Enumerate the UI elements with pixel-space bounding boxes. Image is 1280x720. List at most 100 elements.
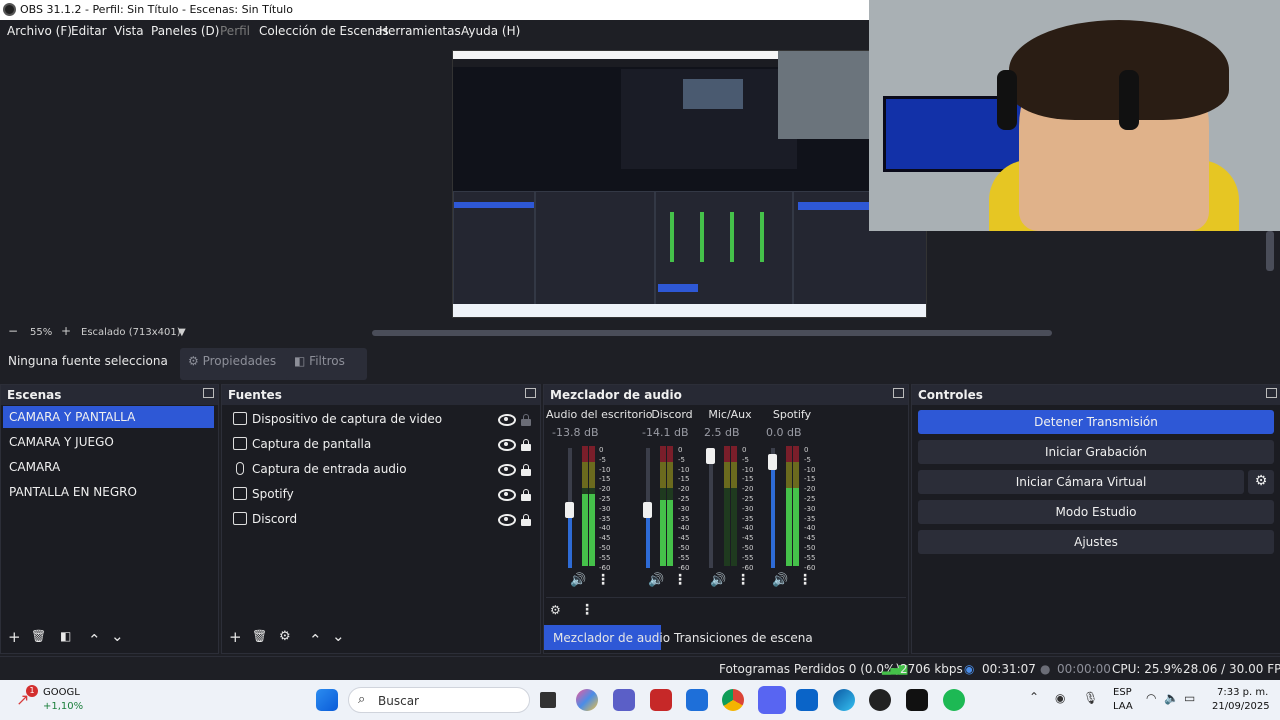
unlocked-icon[interactable] bbox=[521, 414, 531, 426]
zoom-out-button[interactable]: − bbox=[8, 324, 18, 338]
menu-perfil[interactable]: Perfil bbox=[220, 24, 250, 38]
properties-button[interactable]: ⚙ Propiedades bbox=[180, 348, 291, 380]
store-icon[interactable] bbox=[686, 689, 708, 711]
channel-menu-icon[interactable]: ⋮ bbox=[596, 572, 610, 588]
source-settings-button[interactable]: ⚙ bbox=[279, 629, 291, 644]
menu-coleccion-escenas[interactable]: Colección de Escenas bbox=[259, 24, 389, 38]
menu-ayuda[interactable]: Ayuda (H) bbox=[461, 24, 520, 38]
edge-icon[interactable] bbox=[833, 689, 855, 711]
visibility-eye-icon[interactable] bbox=[498, 489, 516, 501]
remove-source-button[interactable]: 🗑 bbox=[252, 629, 267, 643]
scenes-title: Escenas bbox=[7, 388, 62, 402]
add-source-button[interactable]: + bbox=[229, 628, 242, 646]
move-source-down-button[interactable]: ⌄ bbox=[332, 627, 345, 645]
menu-archivo[interactable]: Archivo (F) bbox=[7, 24, 72, 38]
zoom-in-button[interactable]: + bbox=[61, 324, 71, 338]
windows-start-icon[interactable] bbox=[316, 689, 338, 711]
obs-taskbar-icon[interactable] bbox=[869, 689, 891, 711]
virtual-camera-settings-gear-icon[interactable]: ⚙ bbox=[1248, 470, 1274, 494]
studio-mode-button[interactable]: Modo Estudio bbox=[918, 500, 1274, 524]
volume-icon[interactable]: 🔈 bbox=[1164, 691, 1179, 705]
speaker-icon[interactable]: 🔊 bbox=[710, 573, 726, 588]
scene-item[interactable]: CAMARA Y JUEGO bbox=[3, 431, 214, 453]
task-view-icon[interactable] bbox=[540, 692, 556, 708]
clock-time[interactable]: 7:33 p. m. bbox=[1217, 687, 1268, 698]
spotify-icon[interactable] bbox=[943, 689, 965, 711]
move-source-up-button[interactable]: ⌃ bbox=[309, 631, 322, 649]
battery-icon[interactable]: ▭ bbox=[1184, 691, 1195, 705]
window-capture-icon bbox=[233, 512, 247, 525]
capcut-icon[interactable] bbox=[906, 689, 928, 711]
scale-tick: -40 bbox=[742, 524, 754, 533]
settings-button[interactable]: Ajustes bbox=[918, 530, 1274, 554]
teams-icon[interactable] bbox=[613, 689, 635, 711]
wifi-icon[interactable]: ◠ bbox=[1146, 691, 1156, 705]
scene-item[interactable]: PANTALLA EN NEGRO bbox=[3, 481, 214, 503]
add-scene-button[interactable]: + bbox=[8, 628, 21, 646]
menu-herramientas[interactable]: Herramientas bbox=[379, 24, 461, 38]
lock-icon[interactable] bbox=[521, 439, 531, 451]
remove-scene-button[interactable]: 🗑 bbox=[31, 629, 46, 643]
chrome-icon[interactable] bbox=[722, 689, 744, 711]
lock-icon[interactable] bbox=[521, 464, 531, 476]
chevron-up-icon[interactable]: ⌃ bbox=[1029, 690, 1039, 704]
undock-icon[interactable] bbox=[1266, 388, 1277, 398]
outlook-icon[interactable] bbox=[796, 689, 818, 711]
language-secondary[interactable]: LAA bbox=[1113, 701, 1133, 712]
preview-canvas[interactable] bbox=[452, 50, 927, 318]
visibility-eye-icon[interactable] bbox=[498, 514, 516, 526]
language-primary[interactable]: ESP bbox=[1113, 687, 1132, 698]
stop-streaming-button[interactable]: Detener Transmisión bbox=[918, 410, 1274, 434]
mixer-menu-icon[interactable]: ⋮ bbox=[580, 602, 594, 618]
tab-scene-transitions[interactable]: Transiciones de escena bbox=[665, 625, 813, 650]
start-recording-button[interactable]: Iniciar Grabación bbox=[918, 440, 1274, 464]
menu-vista[interactable]: Vista bbox=[114, 24, 144, 38]
channel-menu-icon[interactable]: ⋮ bbox=[798, 572, 812, 588]
preview-horizontal-scrollbar[interactable] bbox=[372, 330, 1052, 336]
speaker-icon[interactable]: 🔊 bbox=[648, 573, 664, 588]
channel-menu-icon[interactable]: ⋮ bbox=[673, 572, 687, 588]
source-item[interactable]: Dispositivo de captura de video bbox=[224, 408, 536, 430]
source-item[interactable]: Captura de entrada audio bbox=[224, 458, 536, 480]
volume-fader[interactable] bbox=[643, 448, 652, 568]
visibility-eye-icon[interactable] bbox=[498, 439, 516, 451]
microphone-tray-icon[interactable]: 🎙 bbox=[1083, 691, 1098, 705]
filters-button[interactable]: ◧ Filtros bbox=[286, 348, 367, 380]
undock-icon[interactable] bbox=[525, 388, 536, 398]
undock-icon[interactable] bbox=[893, 388, 904, 398]
taskbar-search-box[interactable]: ⌕ Buscar bbox=[348, 687, 530, 713]
start-virtual-camera-button[interactable]: Iniciar Cámara Virtual bbox=[918, 470, 1244, 494]
lock-icon[interactable] bbox=[521, 514, 531, 526]
scale-tick: -55 bbox=[804, 553, 816, 562]
mcafee-icon[interactable] bbox=[650, 689, 672, 711]
volume-fader[interactable] bbox=[565, 448, 574, 568]
clock-date[interactable]: 21/09/2025 bbox=[1212, 701, 1270, 712]
copilot-icon[interactable] bbox=[576, 689, 598, 711]
tab-audio-mixer[interactable]: Mezclador de audio bbox=[544, 625, 670, 650]
source-item[interactable]: Spotify bbox=[224, 483, 536, 505]
menu-editar[interactable]: Editar bbox=[71, 24, 107, 38]
source-item[interactable]: Captura de pantalla bbox=[224, 433, 536, 455]
undock-icon[interactable] bbox=[203, 388, 214, 398]
speaker-icon[interactable]: 🔊 bbox=[772, 573, 788, 588]
move-scene-down-button[interactable]: ⌄ bbox=[111, 627, 124, 645]
volume-fader[interactable] bbox=[706, 448, 715, 568]
camera-tray-icon[interactable]: ◉ bbox=[1055, 691, 1065, 705]
channel-menu-icon[interactable]: ⋮ bbox=[736, 572, 750, 588]
visibility-eye-icon[interactable] bbox=[498, 414, 516, 426]
scene-filters-button[interactable]: ◧ bbox=[60, 629, 71, 643]
discord-icon[interactable] bbox=[758, 686, 786, 714]
move-scene-up-button[interactable]: ⌃ bbox=[88, 631, 101, 649]
scene-item[interactable]: CAMARA Y PANTALLA bbox=[3, 406, 214, 428]
source-item[interactable]: Discord bbox=[224, 508, 536, 530]
speaker-icon[interactable]: 🔊 bbox=[570, 573, 586, 588]
scene-item[interactable]: CAMARA bbox=[3, 456, 214, 478]
preview-vertical-scrollbar[interactable] bbox=[1266, 231, 1274, 271]
advanced-audio-icon[interactable]: ⚙ bbox=[550, 603, 561, 617]
visibility-eye-icon[interactable] bbox=[498, 464, 516, 476]
lock-icon[interactable] bbox=[521, 489, 531, 501]
level-meter bbox=[667, 446, 673, 566]
volume-fader[interactable] bbox=[768, 448, 777, 568]
menu-paneles[interactable]: Paneles (D) bbox=[151, 24, 219, 38]
scale-mode-dropdown[interactable]: ▼ bbox=[178, 327, 186, 338]
